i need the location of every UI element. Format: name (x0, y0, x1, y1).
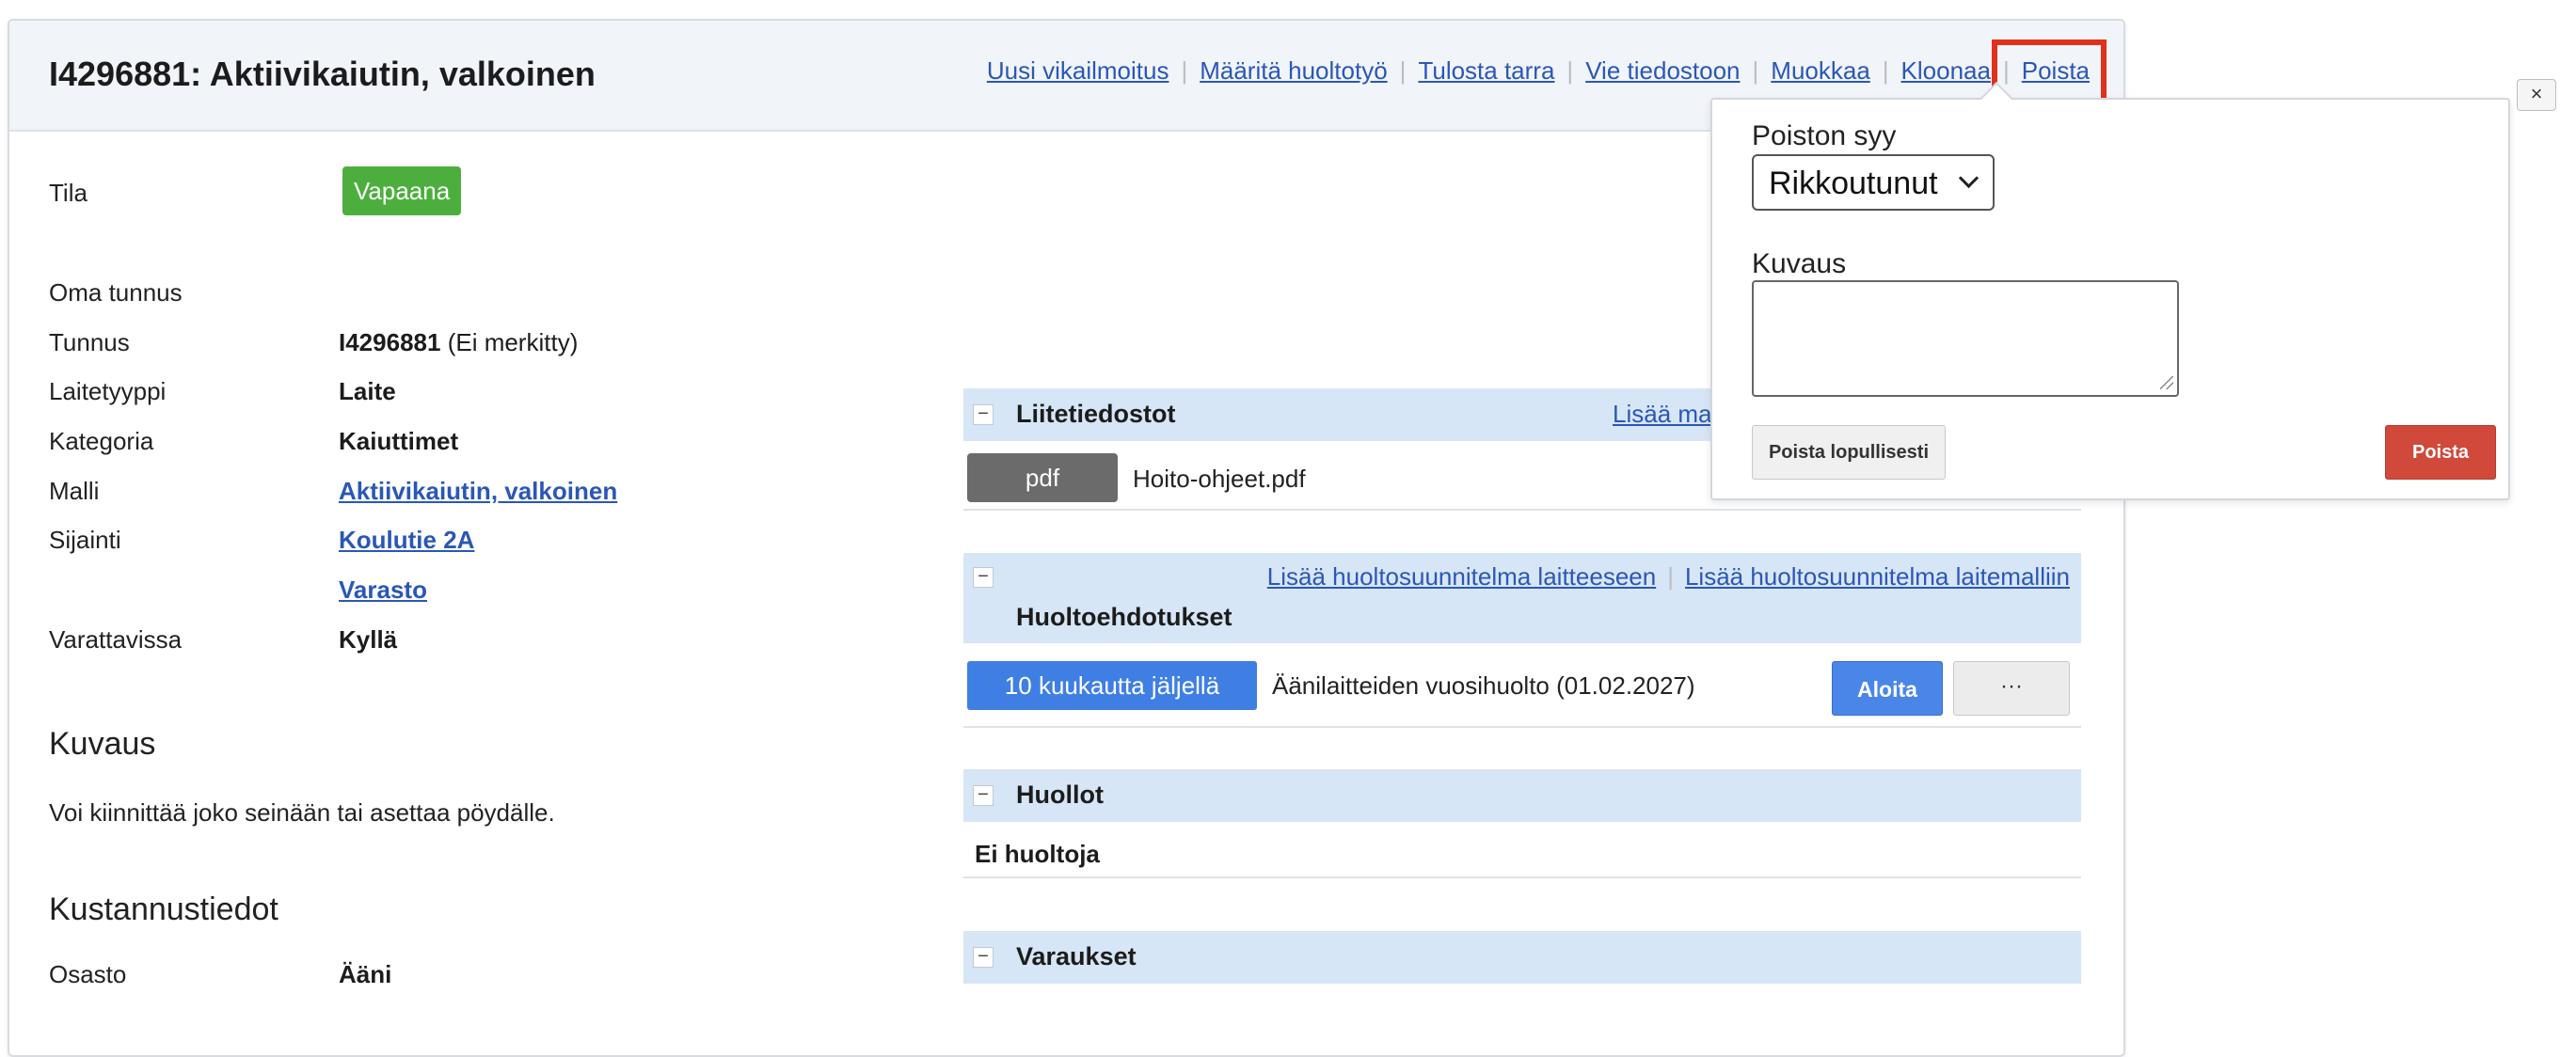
status-label: Tila (49, 179, 87, 207)
device-type-label: Laitetyyppi (49, 377, 167, 405)
status-badge: Vapaana (342, 166, 462, 215)
add-plan-to-device-link[interactable]: Lisää huoltosuunnitelma laitteeseen (1267, 562, 1656, 591)
divider (963, 876, 2081, 878)
edit-link[interactable]: Muokkaa (1771, 56, 1870, 85)
add-attachment-link[interactable]: Lisää ma (1613, 400, 1712, 428)
no-maintenances-text: Ei huoltoja (975, 840, 1100, 868)
delete-reason-label: Poiston syy (1752, 120, 1897, 151)
device-type-value: Laite (339, 377, 396, 405)
delete-description-textarea[interactable] (1752, 280, 2179, 397)
print-label-link[interactable]: Tulosta tarra (1418, 56, 1554, 85)
delete-permanently-button[interactable]: Poista lopullisesti (1752, 425, 1946, 480)
separator: | (1566, 56, 1574, 85)
department-label: Osasto (49, 960, 127, 988)
separator: | (1399, 56, 1407, 85)
category-label: Kategoria (49, 427, 154, 455)
new-fault-report-link[interactable]: Uusi vikailmoitus (987, 56, 1169, 85)
file-name[interactable]: Hoito-ohjeet.pdf (1133, 465, 1306, 494)
header-actions: Uusi vikailmoitus | Määritä huoltotyö | Tulo… (987, 56, 2090, 86)
location-link-storage[interactable]: Varasto (339, 576, 427, 604)
collapse-icon[interactable]: − (973, 404, 994, 425)
suggestions-title: Huoltoehdotukset (1016, 603, 1232, 631)
close-icon[interactable]: × (2517, 79, 2556, 111)
chevron-down-icon (1958, 167, 1980, 189)
divider (963, 509, 2081, 511)
collapse-icon[interactable]: − (973, 567, 994, 588)
description-text: Voi kiinnittää joko seinään tai asettaa … (49, 798, 555, 827)
description-heading: Kuvaus (49, 726, 156, 762)
suggestions-panel-header: − Lisää huoltosuunnitelma laitteeseen | Li… (963, 553, 2081, 643)
separator: | (1882, 56, 1889, 85)
maintenances-title: Huollot (1016, 781, 1104, 809)
separator: | (1752, 56, 1759, 85)
id-note: (Ei merkitty) (447, 328, 579, 356)
reservations-panel-header: − Varaukset (963, 931, 2081, 984)
id-code: I4296881 (339, 328, 441, 356)
department-value: Ääni (339, 960, 392, 988)
location-value: Koulutie 2A (339, 526, 474, 555)
id-value: I4296881 (Ei merkitty) (339, 328, 578, 357)
remaining-time-badge: 10 kuukautta jäljellä (967, 661, 1257, 710)
assign-maintenance-link[interactable]: Määritä huoltotyö (1200, 56, 1387, 85)
model-link[interactable]: Aktiivikaiutin, valkoinen (339, 477, 617, 505)
delete-description-label: Kuvaus (1752, 248, 1847, 279)
add-plan-to-model-link[interactable]: Lisää huoltosuunnitelma laitemalliin (1685, 562, 2070, 591)
bookable-value: Kyllä (339, 625, 398, 654)
confirm-delete-button[interactable]: Poista (2385, 425, 2496, 480)
delete-reason-value: Rikkoutunut (1769, 166, 1938, 201)
maintenance-plan-text: Äänilaitteiden vuosihuolto (01.02.2027) (1272, 671, 1695, 700)
collapse-icon[interactable]: − (973, 947, 994, 968)
page-title: I4296881: Aktiivikaiutin, valkoinen (49, 55, 596, 93)
location-label: Sijainti (49, 526, 121, 554)
separator: | (1667, 562, 1674, 591)
suggestions-links: Lisää huoltosuunnitelma laitteeseen | Lisä… (1267, 562, 2070, 592)
delete-reason-select[interactable]: Rikkoutunut (1752, 154, 1995, 211)
reservations-title: Varaukset (1016, 942, 1137, 970)
id-label: Tunnus (49, 328, 130, 356)
separator: | (2002, 56, 2010, 85)
attachments-links: Lisää ma (1613, 400, 1712, 429)
divider (963, 726, 2081, 728)
location-link-address[interactable]: Koulutie 2A (339, 526, 474, 554)
maintenances-panel-header: − Huollot (963, 769, 2081, 822)
category-value: Kaiuttimet (339, 427, 459, 455)
model-label: Malli (49, 477, 100, 505)
more-options-button[interactable]: ··· (1953, 661, 2070, 716)
location-value-2: Varasto (339, 576, 427, 605)
attachments-title: Liitetiedostot (1016, 400, 1176, 428)
start-button[interactable]: Aloita (1832, 661, 1943, 716)
file-type-badge: pdf (967, 453, 1118, 502)
clone-link[interactable]: Kloonaa (1901, 56, 1991, 85)
collapse-icon[interactable]: − (973, 785, 994, 806)
costs-heading: Kustannustiedot (49, 891, 278, 927)
export-link[interactable]: Vie tiedostoon (1585, 56, 1740, 85)
delete-link[interactable]: Poista (2022, 56, 2090, 85)
separator: | (1181, 56, 1188, 85)
bookable-label: Varattavissa (49, 625, 183, 654)
model-value: Aktiivikaiutin, valkoinen (339, 477, 617, 506)
own-id-label: Oma tunnus (49, 278, 183, 307)
